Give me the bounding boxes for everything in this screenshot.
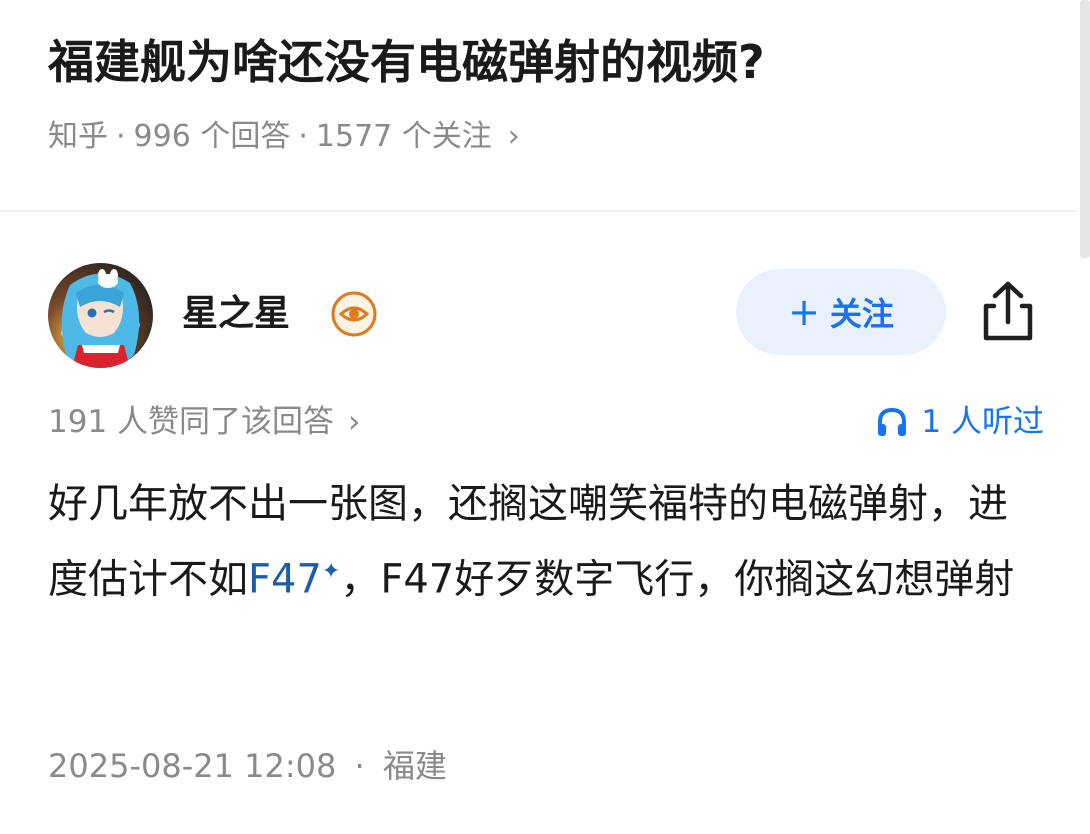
answer-page: 福建舰为啥还没有电磁弹射的视频? 知乎 · 996 个回答 · 1577 个关注… xyxy=(0,0,1090,834)
avatar[interactable] xyxy=(48,263,153,368)
answer-content: 好几年放不出一张图，还搁这嘲笑福特的电磁弹射，进度估计不如F47✦，F47好歹数… xyxy=(48,470,1038,613)
sparkle-icon: ✦ xyxy=(321,559,341,584)
follow-label: 关注 xyxy=(829,295,894,333)
plus-icon: + xyxy=(788,290,820,334)
separator-dot: · xyxy=(116,119,126,154)
eye-badge-icon[interactable] xyxy=(330,290,378,338)
agree-count: 191 人赞同了该回答 xyxy=(48,404,335,440)
agree-stats[interactable]: 191 人赞同了该回答 › xyxy=(48,398,360,446)
answer-count: 996 个回答 xyxy=(133,119,291,154)
post-datetime: 2025-08-21 12:08 xyxy=(48,747,337,785)
post-location: 福建 xyxy=(382,747,447,785)
headphones-icon xyxy=(878,407,907,436)
source-label: 知乎 xyxy=(48,119,108,154)
follow-button[interactable]: + 关注 xyxy=(736,269,946,355)
author-name[interactable]: 星之星 xyxy=(182,290,290,338)
scrollbar[interactable] xyxy=(1080,0,1090,258)
question-meta[interactable]: 知乎 · 996 个回答 · 1577 个关注 › xyxy=(48,114,520,160)
question-title[interactable]: 福建舰为啥还没有电磁弹射的视频? xyxy=(48,26,765,98)
share-icon[interactable] xyxy=(976,278,1040,346)
separator-dot: · xyxy=(354,747,365,785)
f47-link[interactable]: F47 xyxy=(248,556,322,602)
divider xyxy=(0,210,1076,212)
post-meta: 2025-08-21 12:08 · 福建 xyxy=(48,740,447,792)
listen-stats[interactable]: 1 人听过 xyxy=(875,398,1044,446)
answer-text: ，F47好歹数字飞行，你搁这幻想弹射 xyxy=(340,556,1015,603)
chevron-right-icon: › xyxy=(348,404,361,440)
separator-dot: · xyxy=(298,119,308,154)
anime-avatar-icon xyxy=(48,263,153,368)
follower-count: 1577 个关注 xyxy=(315,119,492,154)
chevron-right-icon: › xyxy=(507,119,520,154)
listen-count: 1 人听过 xyxy=(921,404,1044,440)
